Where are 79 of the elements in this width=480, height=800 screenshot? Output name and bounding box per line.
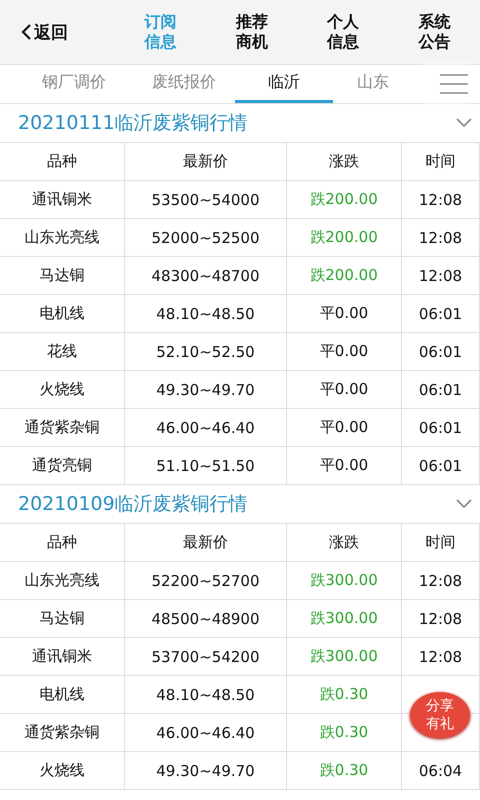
table-cell: 平0.00 bbox=[287, 371, 402, 409]
category-tab[interactable]: 废纸报价 bbox=[133, 65, 235, 103]
table-cell: 06:01 bbox=[402, 333, 480, 371]
category-tab[interactable]: 钢厂调价 bbox=[15, 65, 133, 103]
table-cell: 06:01 bbox=[402, 447, 480, 485]
table-cell: 平0.00 bbox=[287, 333, 402, 371]
table-cell: 53700~54200 bbox=[125, 638, 287, 676]
table-cell: 12:08 bbox=[402, 638, 480, 676]
table-cell: 48300~48700 bbox=[125, 257, 287, 295]
category-tab[interactable]: 山东 bbox=[333, 65, 413, 103]
table-cell: 火烧线 bbox=[0, 371, 125, 409]
table-cell: 通讯铜米 bbox=[0, 181, 125, 219]
back-chevron-icon bbox=[20, 23, 32, 41]
category-tab[interactable]: 临沂 bbox=[235, 65, 333, 103]
table-cell: 53500~54000 bbox=[125, 181, 287, 219]
nav-tab[interactable]: 推荐商机 bbox=[206, 0, 298, 64]
column-header: 最新价 bbox=[125, 524, 287, 562]
table-cell: 49.30~49.70 bbox=[125, 371, 287, 409]
table-cell: 46.00~46.40 bbox=[125, 409, 287, 447]
table-cell: 通货紫杂铜 bbox=[0, 714, 125, 752]
table-cell: 48.10~48.50 bbox=[125, 676, 287, 714]
column-header: 品种 bbox=[0, 143, 125, 181]
table-cell: 跌0.30 bbox=[287, 752, 402, 790]
table-cell: 跌200.00 bbox=[287, 181, 402, 219]
table-cell: 平0.00 bbox=[287, 409, 402, 447]
table-cell: 06:01 bbox=[402, 295, 480, 333]
table-cell: 12:08 bbox=[402, 219, 480, 257]
table-cell: 12:08 bbox=[402, 257, 480, 295]
table-cell: 52000~52500 bbox=[125, 219, 287, 257]
table-cell: 火烧线 bbox=[0, 752, 125, 790]
table-cell: 通货紫杂铜 bbox=[0, 409, 125, 447]
table-cell: 46.00~46.40 bbox=[125, 714, 287, 752]
column-header: 涨跌 bbox=[287, 524, 402, 562]
nav-tab[interactable]: 个人信息 bbox=[298, 0, 389, 64]
column-header: 涨跌 bbox=[287, 143, 402, 181]
section-title: 20210109临沂废紫铜行情 bbox=[18, 492, 248, 517]
table-cell: 48.10~48.50 bbox=[125, 295, 287, 333]
table-cell: 48500~48900 bbox=[125, 600, 287, 638]
table-cell: 跌200.00 bbox=[287, 257, 402, 295]
table-cell: 通讯铜米 bbox=[0, 638, 125, 676]
table-cell: 平0.00 bbox=[287, 295, 402, 333]
table-cell: 电机线 bbox=[0, 295, 125, 333]
column-header: 时间 bbox=[402, 524, 480, 562]
table-cell: 06:04 bbox=[402, 752, 480, 790]
menu-icon bbox=[440, 74, 468, 94]
table-cell: 马达铜 bbox=[0, 600, 125, 638]
table-cell: 跌0.30 bbox=[287, 676, 402, 714]
menu-button[interactable] bbox=[428, 65, 480, 103]
table-cell: 通货亮铜 bbox=[0, 447, 125, 485]
table-cell: 06:01 bbox=[402, 409, 480, 447]
table-cell: 电机线 bbox=[0, 676, 125, 714]
table-cell: 跌300.00 bbox=[287, 638, 402, 676]
table-cell: 山东光亮线 bbox=[0, 562, 125, 600]
nav-tab[interactable]: 订阅信息 bbox=[115, 0, 206, 64]
section-header[interactable]: 20210111临沂废紫铜行情 bbox=[0, 104, 480, 143]
table-cell: 52200~52700 bbox=[125, 562, 287, 600]
back-button[interactable]: 返回 bbox=[0, 0, 115, 64]
section-title: 20210111临沂废紫铜行情 bbox=[18, 111, 248, 136]
table-cell: 跌300.00 bbox=[287, 562, 402, 600]
table-cell: 12:08 bbox=[402, 600, 480, 638]
table-cell: 12:08 bbox=[402, 181, 480, 219]
section-header[interactable]: 20210109临沂废紫铜行情 bbox=[0, 485, 480, 524]
table-cell: 06:01 bbox=[402, 371, 480, 409]
table-cell: 12:08 bbox=[402, 562, 480, 600]
table-cell: 跌300.00 bbox=[287, 600, 402, 638]
table-cell: 跌0.30 bbox=[287, 714, 402, 752]
table-cell: 花线 bbox=[0, 333, 125, 371]
table-cell: 52.10~52.50 bbox=[125, 333, 287, 371]
table-cell: 平0.00 bbox=[287, 447, 402, 485]
column-header: 品种 bbox=[0, 524, 125, 562]
table-cell: 49.30~49.70 bbox=[125, 752, 287, 790]
table-cell: 跌200.00 bbox=[287, 219, 402, 257]
nav-tab[interactable]: 系统公告 bbox=[388, 0, 480, 64]
table-cell: 51.10~51.50 bbox=[125, 447, 287, 485]
table-cell: 山东光亮线 bbox=[0, 219, 125, 257]
share-badge[interactable]: 分享有礼 bbox=[410, 692, 470, 738]
column-header: 时间 bbox=[402, 143, 480, 181]
column-header: 最新价 bbox=[125, 143, 287, 181]
table-cell: 马达铜 bbox=[0, 257, 125, 295]
